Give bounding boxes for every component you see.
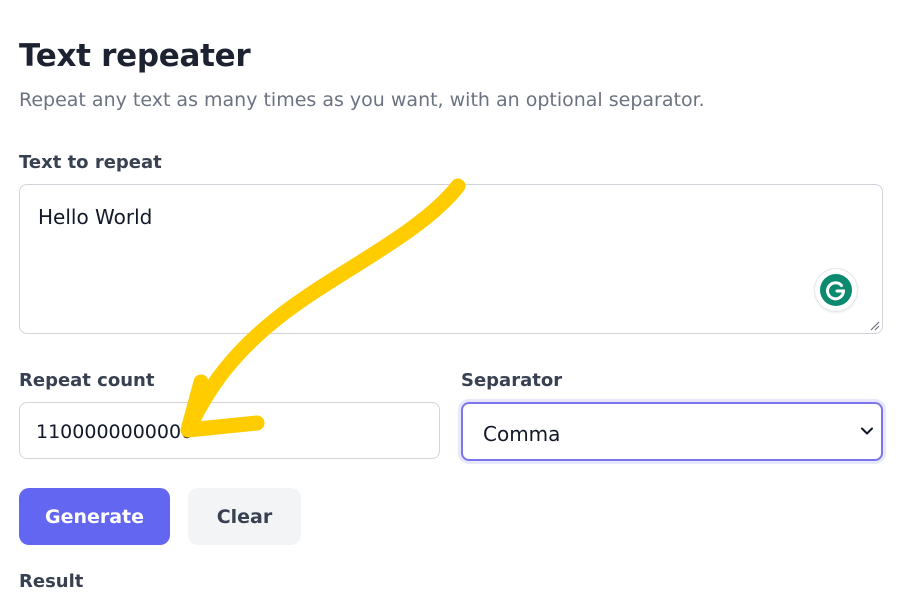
result-label: Result — [19, 571, 84, 592]
repeat-count-input[interactable]: 1100000000000 — [19, 402, 440, 459]
separator-selected-value: Comma — [483, 422, 561, 446]
chevron-down-icon — [861, 427, 873, 435]
repeat-count-label: Repeat count — [19, 370, 155, 391]
resize-handle-icon[interactable] — [868, 319, 880, 331]
separator-label: Separator — [461, 370, 563, 391]
generate-button[interactable]: Generate — [19, 488, 170, 545]
text-to-repeat-label: Text to repeat — [19, 152, 162, 173]
page-subtitle: Repeat any text as many times as you wan… — [19, 89, 705, 111]
repeat-count-value: 1100000000000 — [36, 421, 194, 443]
grammarly-icon[interactable] — [815, 269, 857, 311]
text-to-repeat-value: Hello World — [38, 205, 153, 229]
separator-select[interactable]: Comma — [461, 402, 883, 461]
page-title: Text repeater — [19, 38, 251, 74]
text-to-repeat-textarea[interactable]: Hello World — [19, 184, 883, 334]
clear-button[interactable]: Clear — [188, 488, 301, 545]
